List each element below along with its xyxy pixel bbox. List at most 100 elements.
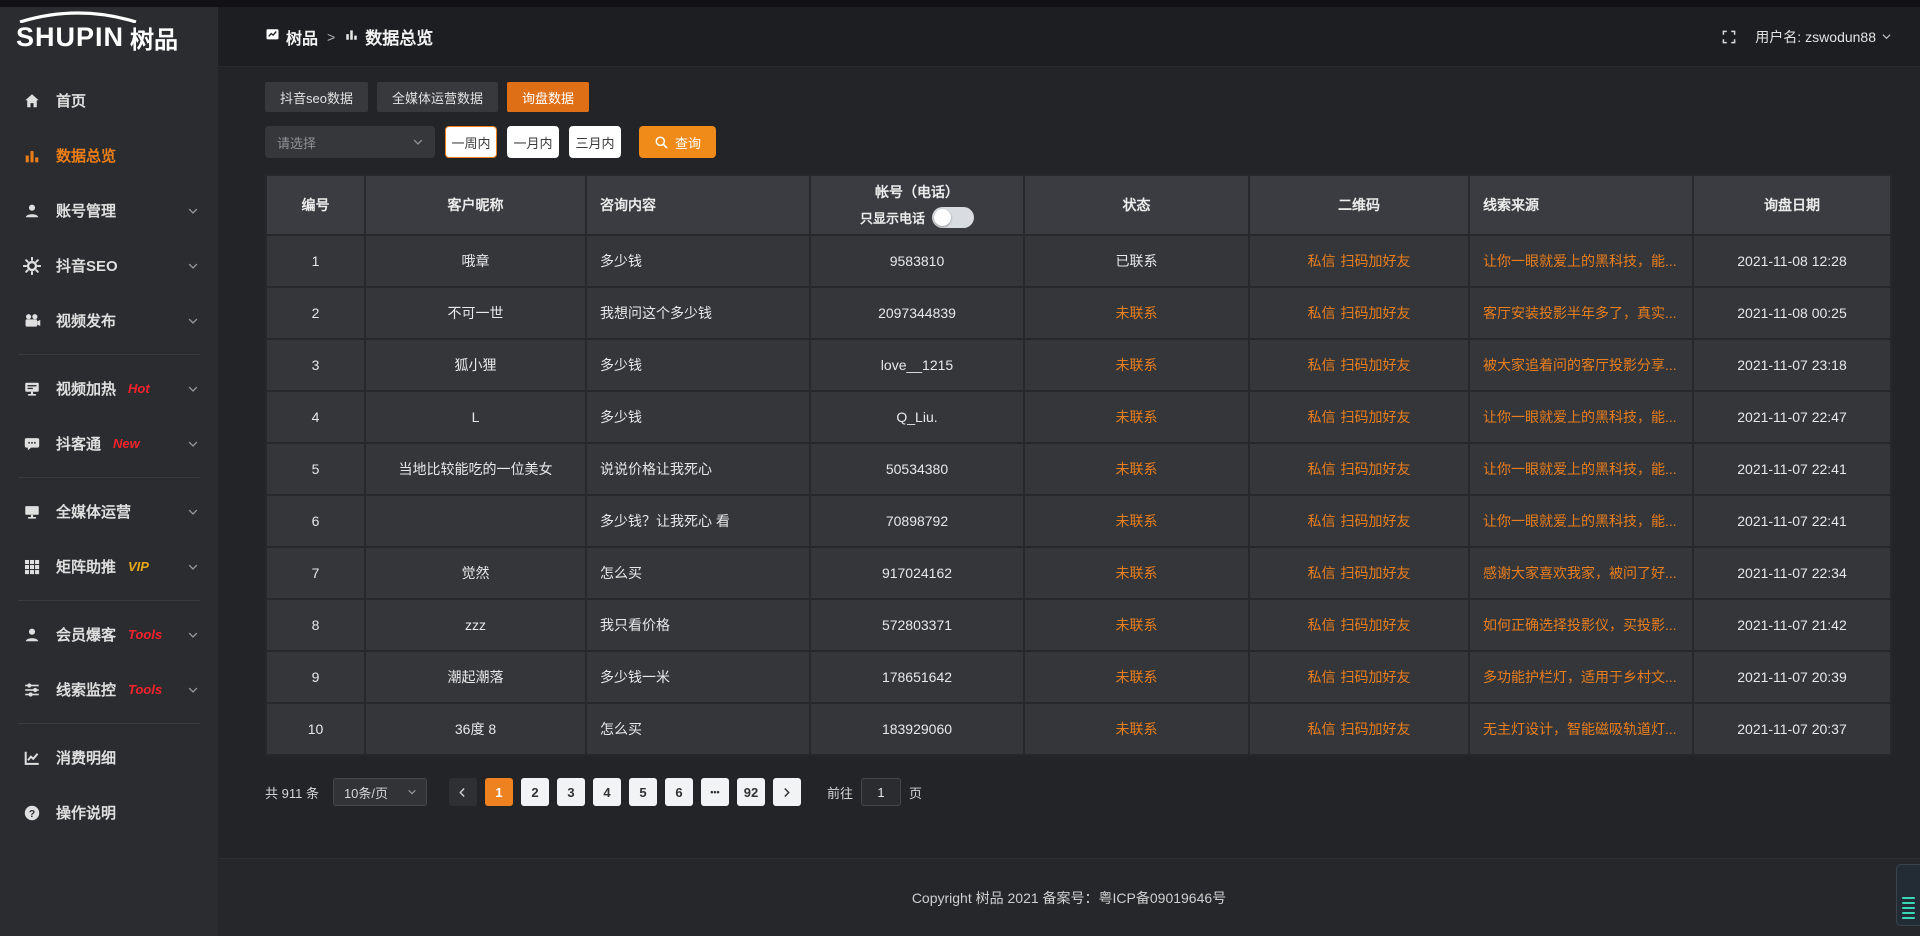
page-button-92[interactable]: 92 [737, 778, 765, 806]
cell-date: 2021-11-08 00:25 [1693, 287, 1891, 339]
cell-index: 5 [266, 443, 365, 495]
range-week-button[interactable]: 一周内 [445, 126, 497, 158]
floating-widget[interactable] [1896, 864, 1920, 926]
page-title: 数据总览 [365, 24, 433, 49]
source-link[interactable]: 无主灯设计，智能磁吸轨道灯... [1483, 721, 1677, 737]
qr-action-link[interactable]: 私信 [1308, 667, 1336, 687]
qr-action-link[interactable]: 扫码加好友 [1341, 563, 1411, 583]
source-link[interactable]: 让你一眼就爱上的黑科技，能... [1483, 461, 1677, 477]
qr-action-link[interactable]: 扫码加好友 [1341, 251, 1411, 271]
qr-action-link[interactable]: 私信 [1308, 511, 1336, 531]
sidebar-item-member-tools[interactable]: 会员爆客Tools [0, 607, 218, 662]
range-month-button[interactable]: 一月内 [507, 126, 559, 158]
qr-action-link[interactable]: 扫码加好友 [1341, 355, 1411, 375]
cell-date: 2021-11-07 22:34 [1693, 547, 1891, 599]
cell-nickname: zzz [365, 599, 586, 651]
chat-icon [22, 434, 42, 454]
sidebar-item-home[interactable]: 首页 [0, 73, 218, 128]
cell-nickname: 觉然 [365, 547, 586, 599]
sidebar-item-video-publish[interactable]: 视频发布 [0, 293, 218, 348]
range-quarter-button[interactable]: 三月内 [569, 126, 621, 158]
cell-status: 未联系 [1024, 599, 1249, 651]
cell-nickname: 狐小狸 [365, 339, 586, 391]
sidebar-item-douyin-seo[interactable]: 抖音SEO [0, 238, 218, 293]
tab-inquiry-data[interactable]: 询盘数据 [507, 82, 589, 112]
qr-action-link[interactable]: 私信 [1308, 355, 1336, 375]
qr-action-link[interactable]: 扫码加好友 [1341, 615, 1411, 635]
topbar: 树品 > 数据总览 用户名: zswodun88 [218, 7, 1920, 67]
qr-action-link[interactable]: 私信 [1308, 251, 1336, 271]
qr-action-link[interactable]: 私信 [1308, 459, 1336, 479]
source-link[interactable]: 让你一眼就爱上的黑科技，能... [1483, 513, 1677, 529]
sidebar-item-douketong[interactable]: 抖客通New [0, 416, 218, 471]
qr-action-link[interactable]: 扫码加好友 [1341, 667, 1411, 687]
source-link[interactable]: 如何正确选择投影仪，买投影... [1483, 617, 1677, 633]
user-menu[interactable]: 用户名: zswodun88 [1755, 27, 1894, 47]
sidebar-item-video-boost[interactable]: 视频加热Hot [0, 361, 218, 416]
chevron-down-icon [1880, 30, 1894, 44]
source-link[interactable]: 感谢大家喜欢我家，被问了好... [1483, 565, 1677, 581]
qr-action-link[interactable]: 私信 [1308, 407, 1336, 427]
cell-qrcode: 私信扫码加好友 [1249, 287, 1469, 339]
source-link[interactable]: 被大家追着问的客厅投影分享... [1483, 357, 1677, 373]
cell-account: 178651642 [810, 651, 1024, 703]
sidebar-item-account-management[interactable]: 账号管理 [0, 183, 218, 238]
widget-teal-bar [1902, 902, 1915, 904]
chevron-down-icon [406, 786, 418, 798]
qr-action-link[interactable]: 扫码加好友 [1341, 303, 1411, 323]
page-button-1[interactable]: 1 [485, 778, 513, 806]
cell-index: 9 [266, 651, 365, 703]
prev-page-button[interactable] [449, 778, 477, 806]
next-page-button[interactable] [773, 778, 801, 806]
qr-action-link[interactable]: 私信 [1308, 303, 1336, 323]
cell-account: Q_Liu. [810, 391, 1024, 443]
fullscreen-icon[interactable] [1721, 29, 1737, 45]
page-button-6[interactable]: 6 [665, 778, 693, 806]
qr-action-link[interactable]: 扫码加好友 [1341, 459, 1411, 479]
goto-page-input[interactable] [861, 778, 901, 806]
qr-action-link[interactable]: 扫码加好友 [1341, 407, 1411, 427]
query-button[interactable]: 查询 [639, 126, 716, 158]
sidebar-item-data-overview[interactable]: 数据总览 [0, 128, 218, 183]
source-link[interactable]: 让你一眼就爱上的黑科技，能... [1483, 409, 1677, 425]
chevron-down-icon [411, 135, 425, 149]
phone-only-label: 只显示电话 [860, 208, 925, 227]
table-row: 9潮起潮落多少钱一米178651642未联系私信扫码加好友多功能护栏灯，适用于乡… [266, 651, 1891, 703]
qr-action-link[interactable]: 扫码加好友 [1341, 511, 1411, 531]
qr-action-link[interactable]: 扫码加好友 [1341, 719, 1411, 739]
filter-select[interactable]: 请选择 [265, 126, 435, 158]
sidebar-item-instructions[interactable]: ?操作说明 [0, 785, 218, 840]
chevron-down-icon [406, 786, 418, 798]
cell-qrcode: 私信扫码加好友 [1249, 235, 1469, 287]
brand-logo: SHUPIN 树品 [0, 11, 218, 63]
source-link[interactable]: 多功能护栏灯，适用于乡村文... [1483, 669, 1677, 685]
qr-action-link[interactable]: 私信 [1308, 719, 1336, 739]
sidebar-item-matrix-boost[interactable]: 矩阵助推VIP [0, 539, 218, 594]
qr-action-link[interactable]: 私信 [1308, 563, 1336, 583]
cell-source: 多功能护栏灯，适用于乡村文... [1469, 651, 1693, 703]
page-button-5[interactable]: 5 [629, 778, 657, 806]
table-row: 6多少钱？让我死心 看70898792未联系私信扫码加好友让你一眼就爱上的黑科技… [266, 495, 1891, 547]
phone-only-toggle[interactable] [932, 207, 974, 228]
source-link[interactable]: 让你一眼就爱上的黑科技，能... [1483, 253, 1677, 269]
table-row: 5当地比较能吃的一位美女说说价格让我死心50534380未联系私信扫码加好友让你… [266, 443, 1891, 495]
column-header: 客户昵称 [365, 175, 586, 235]
page-size-select[interactable]: 10条/页 [333, 778, 427, 806]
sidebar-item-label: 抖客通 [56, 433, 101, 454]
sidebar-item-expense-detail[interactable]: 消费明细 [0, 730, 218, 785]
source-link[interactable]: 客厅安装投影半年多了，真实... [1483, 305, 1677, 321]
cell-date: 2021-11-08 12:28 [1693, 235, 1891, 287]
page-button-3[interactable]: 3 [557, 778, 585, 806]
tab-douyin-seo-data[interactable]: 抖音seo数据 [265, 82, 368, 112]
qr-action-link[interactable]: 私信 [1308, 615, 1336, 635]
sidebar-item-label: 视频加热 [56, 378, 116, 399]
sidebar-item-media-operation[interactable]: 全媒体运营 [0, 484, 218, 539]
goto-suffix: 页 [909, 783, 922, 802]
breadcrumb: 树品 > 数据总览 [265, 24, 433, 49]
breadcrumb-home[interactable]: 树品 [265, 25, 318, 49]
page-button-2[interactable]: 2 [521, 778, 549, 806]
sidebar-item-lead-monitor[interactable]: 线索监控Tools [0, 662, 218, 717]
page-ellipsis-button[interactable]: ••• [701, 778, 729, 806]
tab-media-operation-data[interactable]: 全媒体运营数据 [377, 82, 498, 112]
page-button-4[interactable]: 4 [593, 778, 621, 806]
